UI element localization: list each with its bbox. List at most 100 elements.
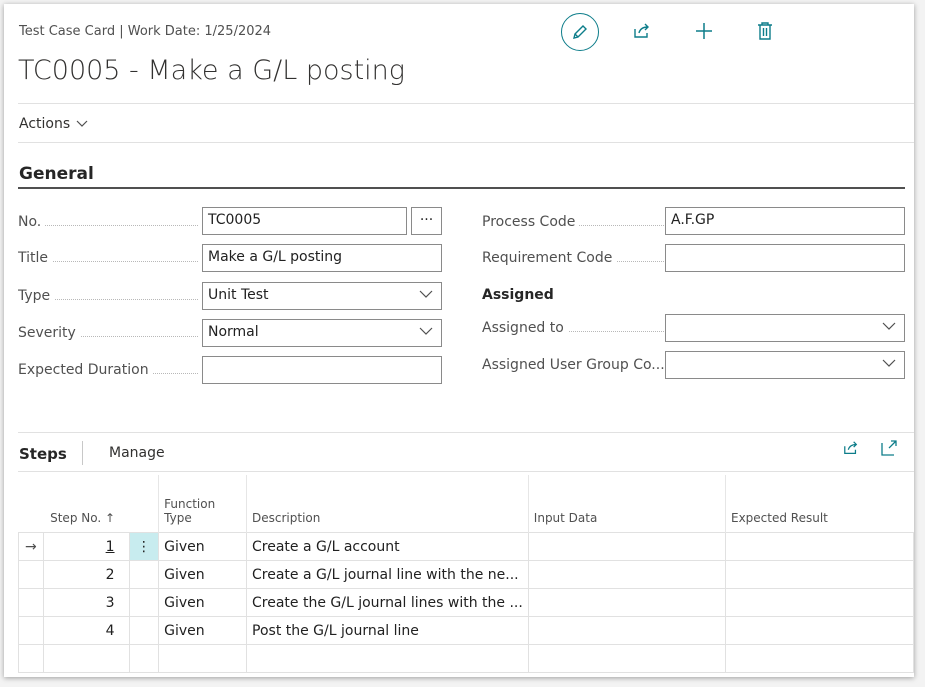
row-menu-cell[interactable] [128, 644, 160, 673]
assigned-user-group-select[interactable] [665, 351, 905, 379]
chevron-down-icon [419, 327, 433, 335]
step-no-cell[interactable]: 4 [42, 616, 130, 645]
row-indicator [18, 644, 44, 673]
field-label-title: Title [18, 250, 198, 266]
assigned-heading: Assigned [482, 287, 554, 303]
input-data-cell[interactable] [527, 588, 726, 617]
table-row[interactable]: → 1 ⋮ Given Create a G/L account [18, 532, 915, 561]
requirement-code-field[interactable] [665, 244, 905, 272]
trash-icon [758, 22, 772, 40]
table-row[interactable]: 3 Given Create the G/L journal lines wit… [18, 588, 915, 617]
section-underline [18, 187, 905, 189]
description-cell[interactable] [246, 644, 529, 673]
page-title: TC0005 - Make a G/L posting [18, 55, 405, 86]
table-row[interactable]: 4 Given Post the G/L journal line [18, 616, 915, 645]
title-field[interactable]: Make a G/L posting [202, 244, 442, 272]
input-data-cell[interactable] [527, 532, 726, 561]
chevron-down-icon [882, 322, 896, 330]
expected-result-cell[interactable] [724, 560, 915, 589]
function-type-cell[interactable] [158, 644, 248, 673]
actions-label: Actions [19, 116, 71, 132]
expected-result-cell[interactable] [724, 588, 915, 617]
no-field[interactable]: TC0005 [202, 207, 407, 235]
column-header-description[interactable]: Description [246, 475, 529, 533]
no-lookup-button[interactable]: ··· [411, 207, 442, 235]
share-button[interactable] [625, 14, 659, 48]
description-cell[interactable]: Create the G/L journal lines with the ..… [246, 588, 529, 617]
row-indicator [18, 588, 44, 617]
field-label-expected-duration: Expected Duration [18, 362, 198, 378]
column-header-menu [129, 475, 159, 533]
step-no-cell[interactable]: 3 [42, 588, 130, 617]
row-menu-cell[interactable] [128, 588, 160, 617]
chevron-down-icon [882, 359, 896, 367]
severity-select[interactable]: Normal [202, 319, 442, 347]
row-menu-button[interactable]: ⋮ [128, 532, 160, 561]
plus-icon [696, 23, 712, 39]
type-select[interactable]: Unit Test [202, 282, 442, 310]
input-data-cell[interactable] [527, 616, 726, 645]
share-icon [634, 23, 649, 38]
column-header-step-no[interactable]: Step No. ↑ [43, 475, 129, 533]
expected-result-cell[interactable] [724, 644, 915, 673]
breadcrumb: Test Case Card | Work Date: 1/25/2024 [19, 24, 272, 39]
column-header-expected-result[interactable]: Expected Result [724, 475, 914, 533]
delete-button[interactable] [748, 14, 782, 48]
table-header-row: Step No. ↑ Function Type Description Inp… [18, 475, 914, 533]
assigned-to-select[interactable] [665, 314, 905, 342]
severity-value: Normal [208, 324, 259, 340]
step-no-cell[interactable]: 2 [42, 560, 130, 589]
description-cell[interactable]: Create a G/L account [246, 532, 529, 561]
chevron-down-icon [76, 120, 88, 127]
separator [82, 441, 83, 465]
row-indicator-arrow: → [18, 532, 44, 561]
field-label-process-code: Process Code [482, 214, 664, 230]
input-data-cell[interactable] [527, 644, 726, 673]
divider [18, 432, 914, 433]
column-header-function-type[interactable]: Function Type [158, 475, 247, 533]
description-cell[interactable]: Post the G/L journal line [246, 616, 529, 645]
row-indicator [18, 616, 44, 645]
pencil-icon [573, 25, 587, 39]
divider [18, 103, 914, 104]
field-label-type: Type [18, 288, 198, 304]
field-label-assigned-to: Assigned to [482, 320, 664, 336]
steps-share-button[interactable] [839, 436, 863, 460]
function-type-cell[interactable]: Given [158, 588, 248, 617]
field-label-severity: Severity [18, 325, 198, 341]
step-no-cell[interactable] [42, 644, 130, 673]
input-data-cell[interactable] [527, 560, 726, 589]
function-type-cell[interactable]: Given [158, 616, 248, 645]
new-button[interactable] [687, 14, 721, 48]
step-no-cell[interactable]: 1 [42, 532, 130, 561]
divider [18, 142, 914, 143]
steps-table: Step No. ↑ Function Type Description Inp… [18, 475, 915, 673]
steps-title[interactable]: Steps [19, 445, 67, 463]
section-title-general[interactable]: General [19, 164, 94, 184]
actions-menu[interactable]: Actions [19, 116, 88, 132]
manage-menu[interactable]: Manage [109, 445, 165, 461]
function-type-cell[interactable]: Given [158, 560, 248, 589]
row-indicator [18, 560, 44, 589]
description-cell[interactable]: Create a G/L journal line with the ne... [246, 560, 529, 589]
expected-result-cell[interactable] [724, 532, 915, 561]
process-code-field[interactable]: A.F.GP [665, 207, 905, 235]
edit-button[interactable] [561, 13, 599, 51]
column-header-input-data[interactable]: Input Data [527, 475, 726, 533]
table-row-empty[interactable] [18, 644, 915, 673]
expected-result-cell[interactable] [724, 616, 915, 645]
type-value: Unit Test [208, 287, 269, 303]
chevron-down-icon [419, 290, 433, 298]
steps-expand-button[interactable] [877, 436, 901, 460]
function-type-cell[interactable]: Given [158, 532, 248, 561]
column-header-indicator [19, 475, 44, 533]
share-icon [844, 441, 858, 454]
expand-icon [881, 440, 897, 456]
divider [18, 471, 914, 472]
field-label-assigned-user-group: Assigned User Group Co... [482, 357, 664, 373]
expected-duration-field[interactable] [202, 356, 442, 384]
table-row[interactable]: 2 Given Create a G/L journal line with t… [18, 560, 915, 589]
field-label-no: No. [18, 214, 198, 230]
row-menu-cell[interactable] [128, 560, 160, 589]
row-menu-cell[interactable] [128, 616, 160, 645]
